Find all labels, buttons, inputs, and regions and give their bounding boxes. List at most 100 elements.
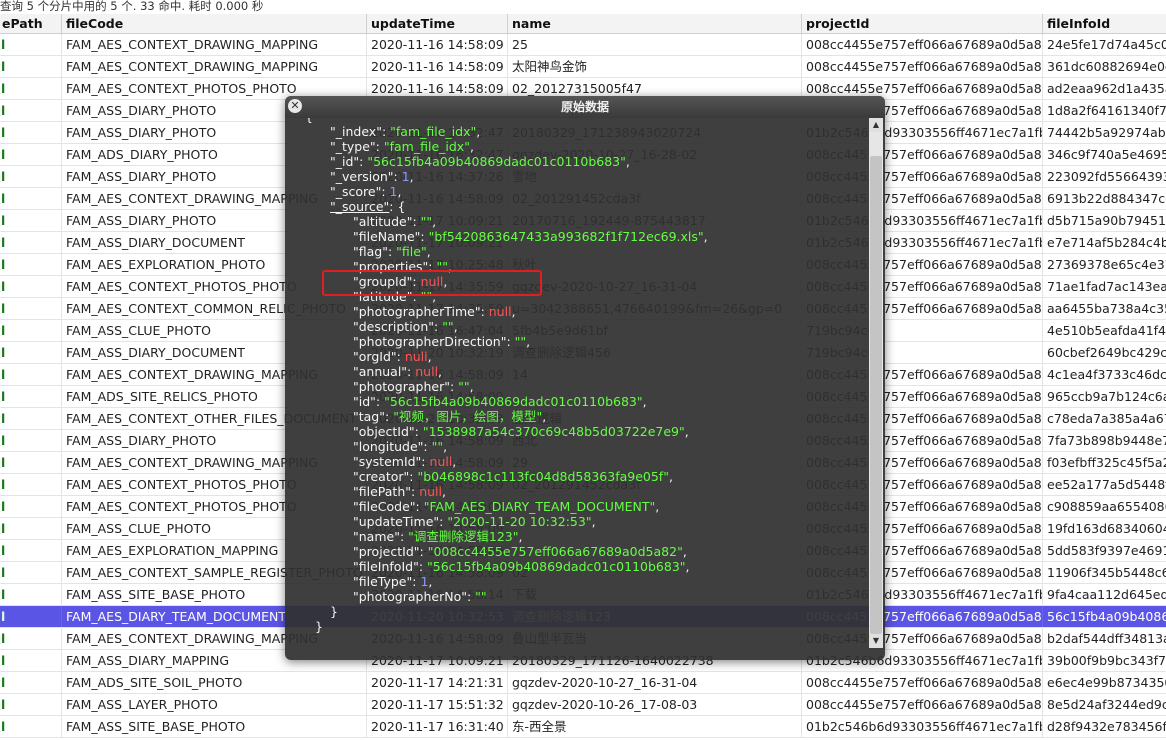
row-fileinfoid-cell: aa6455ba738a4c35: [1042, 298, 1166, 319]
row-fileinfoid-cell: d5b715a90b79451a: [1042, 210, 1166, 231]
column-header-filecode[interactable]: fileCode: [61, 14, 366, 33]
row-path-cell: l: [1, 477, 6, 492]
json-value: ,: [542, 409, 547, 424]
json-key: "creator":: [353, 469, 418, 484]
json-line: "_type": "fam_file_idx",: [330, 139, 474, 155]
row-fileinfoid-cell: c908859aa6554086: [1042, 496, 1166, 517]
table-row[interactable]: l FAM_ASS_LAYER_PHOTO 2020-11-17 15:51:32 g…: [0, 694, 1166, 716]
table-row[interactable]: l FAM_ADS_SITE_SOIL_PHOTO 2020-11-17 14:21…: [0, 672, 1166, 694]
json-key[interactable]: "_source": [330, 199, 389, 214]
json-value: "调查删除逻辑123": [408, 529, 519, 544]
json-line: "photographerNo": "": [353, 589, 487, 605]
json-value: "56c15fb4a09b40869dadc01c0110b683": [384, 394, 643, 409]
row-path-cell: l: [1, 235, 6, 250]
json-line: }: [330, 604, 338, 620]
json-value: }: [330, 604, 338, 619]
row-fileinfoid-cell: 56c15fb4a09b40869: [1042, 606, 1166, 627]
json-key: "photographer":: [353, 379, 459, 394]
json-value: ,: [655, 499, 660, 514]
json-value: "1538987a54c370c69c48b5d03722e7e9": [422, 424, 685, 439]
json-line: "updateTime": "2020-11-20 10:32:53",: [353, 514, 596, 530]
json-line: "_source": {: [330, 199, 405, 215]
json-key: "_index":: [330, 124, 391, 139]
json-value: "": [475, 589, 487, 604]
row-path-cell: l: [1, 213, 6, 228]
json-value: ,: [432, 214, 437, 229]
row-path-cell: l: [1, 521, 6, 536]
table-row[interactable]: l FAM_AES_CONTEXT_DRAWING_MAPPING2020-11-…: [0, 34, 1166, 56]
row-fileinfoid-cell: 4e510b5eafda41f49: [1042, 320, 1166, 341]
json-key: "objectId":: [353, 424, 423, 439]
row-path-cell: l: [1, 499, 6, 514]
json-line: "_id": "56c15fb4a09b40869dadc01c0110b683…: [330, 154, 630, 170]
json-value: "视频，图片，绘图，模型": [393, 409, 543, 424]
raw-data-dialog: 原始数据 ✕ {"_index": "fam_file_idx","_type"…: [285, 96, 885, 660]
json-value: "bf5420863647433a993682f1f712ec69.xls": [428, 229, 704, 244]
row-path-cell: l: [1, 169, 6, 184]
column-header-projectid[interactable]: projectId: [801, 14, 1042, 33]
json-line: "photographer": "",: [353, 379, 474, 395]
column-header-name[interactable]: name: [507, 14, 801, 33]
json-value: null: [419, 484, 442, 499]
column-header-path[interactable]: ePath: [0, 14, 59, 33]
dialog-scrollbar[interactable]: ▲ ▼: [869, 118, 883, 648]
row-fileinfoid-cell: 6913b22d884347cc: [1042, 188, 1166, 209]
json-value: {: [305, 118, 313, 124]
json-line: "altitude": "",: [353, 214, 436, 230]
row-projectid-cell: 008cc4455e757eff066a67689a0d5a82: [801, 34, 1042, 55]
json-key: "id":: [353, 394, 385, 409]
json-line: "_score": 1,: [330, 184, 401, 200]
json-value: ,: [443, 439, 448, 454]
json-value: "56c15fb4a09b40869dadc01c0110b683": [367, 154, 626, 169]
row-fileinfoid-cell: 24e5fe17d74a45c08: [1042, 34, 1166, 55]
json-key: "photographerDirection":: [353, 334, 515, 349]
row-fileinfoid-cell: c78eda7a385a4a67: [1042, 408, 1166, 429]
close-icon[interactable]: ✕: [288, 99, 302, 113]
row-fileinfoid-cell: b2daf544dff34813a: [1042, 628, 1166, 649]
row-path-cell: l: [1, 81, 6, 96]
json-value: ,: [427, 349, 432, 364]
row-name-cell: 太阳神鸟金饰: [507, 56, 801, 77]
json-line: "filePath": null,: [353, 484, 446, 500]
row-path-cell: l: [1, 455, 6, 470]
scrollbar-thumb[interactable]: [870, 156, 882, 634]
table-row[interactable]: l FAM_ASS_SITE_BASE_PHOTO 2020-11-17 16:31…: [0, 716, 1166, 738]
json-key: "systemId":: [353, 454, 430, 469]
column-header-updatetime[interactable]: updateTime: [366, 14, 507, 33]
json-key: "updateTime":: [353, 514, 448, 529]
json-key: "projectId":: [353, 544, 428, 559]
json-value: ,: [684, 424, 689, 439]
json-line: {: [305, 118, 313, 125]
row-updatetime-cell: 2020-11-17 14:21:31: [366, 672, 507, 693]
row-path-cell: l: [1, 631, 6, 646]
row-path-cell: l: [1, 279, 6, 294]
table-row[interactable]: l FAM_AES_CONTEXT_DRAWING_MAPPING2020-11-…: [0, 56, 1166, 78]
row-fileinfoid-cell: 361dc60882694e0c: [1042, 56, 1166, 77]
json-line: "name": "调查删除逻辑123",: [353, 529, 522, 545]
table-header: ePath fileCode updateTime name projectId…: [0, 14, 1166, 34]
json-line: "_index": "fam_file_idx",: [330, 124, 480, 140]
row-updatetime-cell: 2020-11-16 14:58:09: [366, 34, 507, 55]
json-value: ,: [469, 379, 474, 394]
json-value: null: [429, 454, 453, 469]
json-value: ,: [441, 484, 446, 499]
row-filecode-cell: FAM_AES_CONTEXT_DRAWING_MAPPING: [61, 34, 366, 55]
column-header-fileinfoid[interactable]: fileInfoId: [1042, 14, 1166, 33]
row-fileinfoid-cell: 4c1ea4f3733c46dcb: [1042, 364, 1166, 385]
scroll-up-arrow-icon[interactable]: ▲: [869, 118, 883, 132]
row-path-cell: l: [1, 697, 6, 712]
json-value: ,: [426, 244, 431, 259]
scroll-down-arrow-icon[interactable]: ▼: [869, 634, 883, 648]
json-key: "fileType":: [353, 574, 421, 589]
json-key: "_score":: [330, 184, 390, 199]
json-key: "altitude":: [353, 214, 421, 229]
row-path-cell: l: [1, 653, 6, 668]
row-name-cell: gqzdev-2020-10-27_16-31-04: [507, 672, 801, 693]
json-value: null: [488, 304, 512, 319]
row-path-cell: l: [1, 543, 6, 558]
json-key: "longitude":: [353, 439, 432, 454]
json-line: "id": "56c15fb4a09b40869dadc01c0110b683"…: [353, 394, 647, 410]
json-key: "description":: [353, 319, 443, 334]
json-key: "_id":: [330, 154, 368, 169]
json-value: ,: [476, 124, 481, 139]
